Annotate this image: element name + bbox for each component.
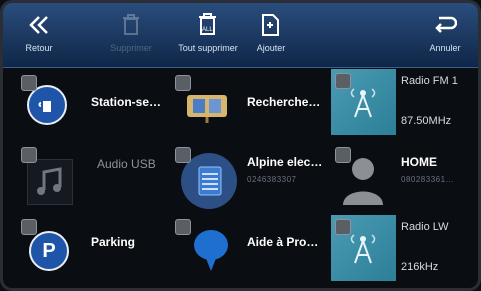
checkbox[interactable] (175, 75, 191, 91)
cancel-label: Annuler (429, 43, 461, 53)
checkbox[interactable] (175, 219, 191, 235)
map-search-icon (185, 89, 235, 125)
delete-all-label: Tout supprimer (178, 43, 238, 53)
delete-all-button[interactable]: ALL Tout supprimer (175, 3, 241, 67)
delete-button[interactable]: Supprimer (101, 3, 161, 67)
shortcut-label: Alpine elec… (247, 155, 323, 169)
checkbox[interactable] (21, 147, 37, 163)
shortcut-home[interactable]: HOME 080283361… (331, 143, 478, 209)
shortcut-help[interactable]: Aide à Pro… (171, 215, 326, 281)
checkbox[interactable] (335, 219, 351, 235)
checkbox[interactable] (21, 75, 37, 91)
back-label: Retour (25, 43, 53, 53)
parking-icon: P (29, 231, 69, 271)
add-label: Ajouter (256, 43, 286, 53)
shortcut-label: Audio USB (97, 157, 156, 171)
svg-text:ALL: ALL (202, 27, 213, 33)
shortcut-label: Recherche… (247, 95, 321, 109)
add-button[interactable]: Ajouter (249, 3, 293, 67)
cancel-button[interactable]: Annuler (423, 3, 467, 67)
shortcut-frequency: 216kHz (401, 261, 439, 273)
shortcut-radio-lw[interactable]: Radio LW 216kHz (331, 215, 478, 281)
delete-label: Supprimer (110, 43, 152, 53)
shortcut-parking[interactable]: P Parking (17, 215, 172, 281)
trash-icon (115, 11, 147, 39)
shortcut-label: HOME (401, 155, 437, 169)
trash-all-icon: ALL (192, 11, 224, 39)
fuel-icon (27, 85, 67, 125)
return-arrow-icon (429, 11, 461, 39)
shortcut-audio-usb[interactable]: Audio USB (17, 143, 172, 209)
shortcut-label: Aide à Pro… (247, 235, 319, 249)
back-button[interactable]: Retour (17, 3, 61, 67)
checkbox[interactable] (335, 147, 351, 163)
shortcut-radio-fm1[interactable]: Radio FM 1 87.50MHz (331, 69, 478, 135)
screen-frame: Retour Supprimer ALL Tout supprimer Ajou… (0, 0, 481, 291)
top-toolbar: Retour Supprimer ALL Tout supprimer Ajou… (3, 3, 478, 68)
shortcut-label: Parking (91, 235, 136, 249)
shortcut-frequency: 87.50MHz (401, 115, 452, 127)
checkbox[interactable] (21, 219, 37, 235)
add-document-icon (255, 11, 287, 39)
shortcut-label: Station-se… (91, 95, 162, 109)
checkbox[interactable] (175, 147, 191, 163)
shortcut-map-search[interactable]: Recherche… (171, 71, 326, 137)
speech-bubble-icon (191, 227, 231, 279)
shortcut-phone: 080283361… (401, 175, 455, 184)
music-note-icon (27, 159, 73, 205)
shortcut-phone: 0246383307 (247, 175, 297, 184)
shortcut-label: Radio LW (401, 221, 449, 233)
double-chevron-left-icon (23, 11, 55, 39)
checkbox[interactable] (335, 73, 351, 89)
shortcut-label: Radio FM 1 (401, 75, 458, 87)
shortcut-contact-alpine[interactable]: Alpine elec… 0246383307 (171, 143, 326, 209)
shortcut-fuel-station[interactable]: Station-se… (17, 71, 172, 137)
